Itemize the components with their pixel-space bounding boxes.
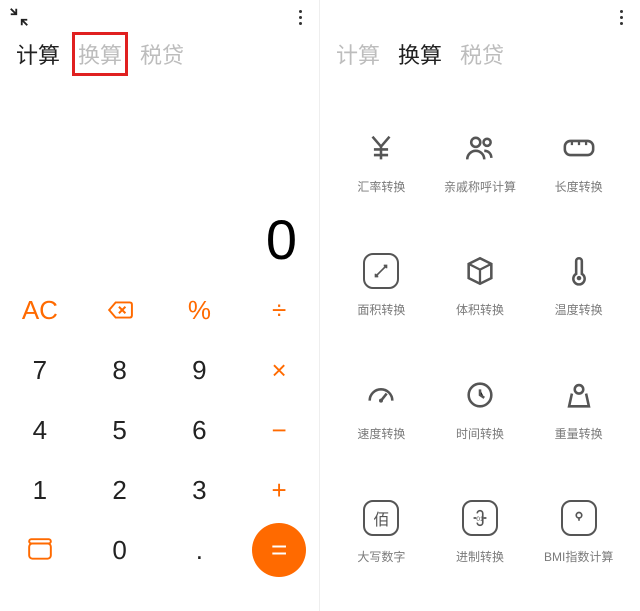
minus-key[interactable]: − <box>239 400 319 460</box>
right-tabs: 计算 换算 税贷 <box>320 34 640 80</box>
conv-label: 温度转换 <box>555 301 603 318</box>
area-convert[interactable]: 面积转换 <box>332 223 431 346</box>
key-9[interactable]: 9 <box>160 340 240 400</box>
tab-calc[interactable]: 计算 <box>16 38 60 70</box>
key-2[interactable]: 2 <box>80 460 160 520</box>
yen-icon <box>361 128 401 168</box>
plus-key[interactable]: + <box>239 460 319 520</box>
convert-grid: 汇率转换 亲戚称呼计算 长度转换面积转换 体积转换 温度转换速度转换 时间转换 重量转换佰大… <box>320 90 640 611</box>
key-6[interactable]: 6 <box>160 400 240 460</box>
tab-tax[interactable]: 税贷 <box>140 38 184 70</box>
expand-key[interactable] <box>0 520 80 580</box>
weight-icon <box>559 375 599 415</box>
base-convert[interactable]: 进制转换 <box>431 470 530 593</box>
time-convert[interactable]: 时间转换 <box>431 347 530 470</box>
tab-tax[interactable]: 税贷 <box>460 38 504 70</box>
left-tabs: 计算 换算 税贷 <box>0 34 319 80</box>
calc-display: 0 <box>0 80 319 280</box>
volume-convert[interactable]: 体积转换 <box>431 223 530 346</box>
capital-number[interactable]: 佰大写数字 <box>332 470 431 593</box>
conv-label: 亲戚称呼计算 <box>444 178 516 195</box>
area-icon <box>361 251 401 291</box>
tab-calc[interactable]: 计算 <box>336 38 380 70</box>
more-menu-icon[interactable] <box>291 8 309 26</box>
left-topbar <box>0 0 319 34</box>
tab-convert[interactable]: 换算 <box>78 38 122 70</box>
conv-label: 体积转换 <box>456 301 504 318</box>
multiply-key[interactable]: × <box>239 340 319 400</box>
conv-label: 汇率转换 <box>357 178 405 195</box>
key-1[interactable]: 1 <box>0 460 80 520</box>
currency-exchange[interactable]: 汇率转换 <box>332 100 431 223</box>
length-convert[interactable]: 长度转换 <box>529 100 628 223</box>
backspace-key[interactable] <box>80 280 160 340</box>
key-3[interactable]: 3 <box>160 460 240 520</box>
keypad: AC%÷ 789× 456− 123+0.= <box>0 280 319 580</box>
calculator-pane: 计算 换算 税贷 0 AC%÷ 789× 456− 123+0.= <box>0 0 320 611</box>
gauge-icon <box>361 375 401 415</box>
key-4[interactable]: 4 <box>0 400 80 460</box>
key-8[interactable]: 8 <box>80 340 160 400</box>
relative-calc[interactable]: 亲戚称呼计算 <box>431 100 530 223</box>
thermometer-icon <box>559 251 599 291</box>
tab-convert-label: 换算 <box>78 43 122 68</box>
bmi-icon <box>559 498 599 538</box>
weight-convert[interactable]: 重量转换 <box>529 347 628 470</box>
tab-convert[interactable]: 换算 <box>398 38 442 70</box>
binary-icon <box>460 498 500 538</box>
ruler-icon <box>559 128 599 168</box>
bai-icon: 佰 <box>361 498 401 538</box>
convert-pane: 计算 换算 税贷 汇率转换 亲戚称呼计算 长度转换面积转换 体积转换 温度转换速度转换 时… <box>320 0 640 611</box>
more-menu-icon[interactable] <box>612 8 630 26</box>
right-topbar <box>320 0 640 34</box>
bmi-calc[interactable]: BMI指数计算 <box>529 470 628 593</box>
divide-key[interactable]: ÷ <box>239 280 319 340</box>
people-icon <box>460 128 500 168</box>
key-7[interactable]: 7 <box>0 340 80 400</box>
percent-key[interactable]: % <box>160 280 240 340</box>
conv-label: 面积转换 <box>357 301 405 318</box>
clock-icon <box>460 375 500 415</box>
conv-label: BMI指数计算 <box>544 548 613 565</box>
conv-label: 长度转换 <box>555 178 603 195</box>
dot-key[interactable]: . <box>160 520 240 580</box>
cube-icon <box>460 251 500 291</box>
collapse-icon[interactable] <box>8 6 30 28</box>
conv-label: 进制转换 <box>456 548 504 565</box>
key-0[interactable]: 0 <box>80 520 160 580</box>
conv-label: 速度转换 <box>357 425 405 442</box>
conv-label: 大写数字 <box>357 548 405 565</box>
conv-label: 时间转换 <box>456 425 504 442</box>
ac-key[interactable]: AC <box>0 280 80 340</box>
conv-label: 重量转换 <box>555 425 603 442</box>
speed-convert[interactable]: 速度转换 <box>332 347 431 470</box>
temperature-convert[interactable]: 温度转换 <box>529 223 628 346</box>
key-5[interactable]: 5 <box>80 400 160 460</box>
equals-key[interactable]: = <box>239 520 319 580</box>
